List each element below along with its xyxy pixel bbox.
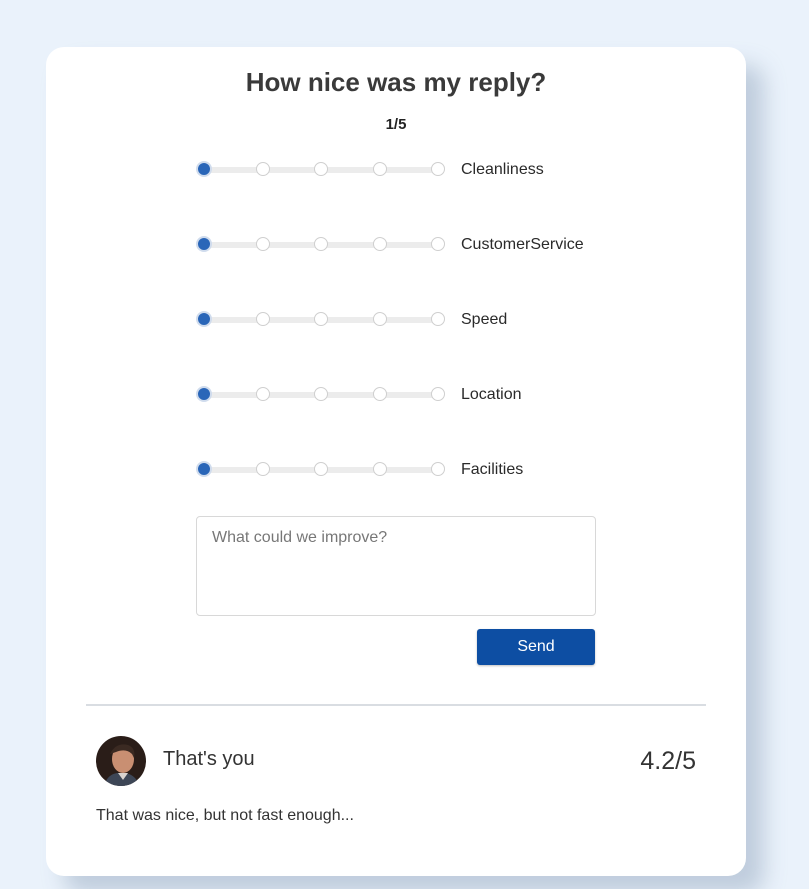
avatar	[96, 736, 146, 786]
rating-label: Facilities	[461, 461, 524, 478]
review-comment: That was nice, but not fast enough...	[96, 807, 354, 824]
rating-option-1[interactable]	[197, 312, 211, 326]
review-author: That's you	[163, 748, 255, 770]
divider	[86, 704, 706, 706]
rating-option-4[interactable]	[372, 462, 387, 476]
rating-label: Speed	[461, 311, 508, 328]
rating-option-2[interactable]	[255, 462, 270, 476]
rating-option-5[interactable]	[431, 312, 445, 326]
feedback-card: How nice was my reply? 1/5 Cleanliness Cu…	[46, 47, 746, 876]
rating-option-2[interactable]	[255, 162, 270, 176]
rating-option-4[interactable]	[372, 387, 387, 401]
rating-option-4[interactable]	[372, 237, 387, 251]
rating-option-2[interactable]	[255, 387, 270, 401]
rating-option-3[interactable]	[314, 387, 328, 401]
rating-option-3[interactable]	[314, 162, 328, 176]
rating-label: Location	[461, 386, 522, 403]
rating-option-3[interactable]	[314, 312, 328, 326]
rating-option-5[interactable]	[431, 387, 445, 401]
send-button[interactable]: Send	[477, 629, 595, 665]
rating-option-1[interactable]	[197, 162, 211, 176]
rating-option-4[interactable]	[372, 312, 387, 326]
user-photo-icon	[96, 736, 146, 786]
rating-option-3[interactable]	[314, 462, 328, 476]
rating-option-4[interactable]	[372, 162, 387, 176]
rating-option-2[interactable]	[255, 237, 270, 251]
rating-row: Location	[196, 384, 616, 406]
rating-option-1[interactable]	[197, 237, 211, 251]
rating-row: Facilities	[196, 459, 616, 481]
rating-option-5[interactable]	[431, 162, 445, 176]
rating-label: CustomerService	[461, 236, 584, 253]
rating-option-1[interactable]	[197, 462, 211, 476]
improvement-textarea[interactable]	[196, 516, 596, 616]
rating-option-2[interactable]	[255, 312, 270, 326]
rating-row: Speed	[196, 309, 616, 331]
page-title: How nice was my reply?	[245, 67, 547, 97]
rating-row: Cleanliness	[196, 159, 616, 181]
rating-option-5[interactable]	[431, 462, 445, 476]
rating-option-3[interactable]	[314, 237, 328, 251]
rating-option-1[interactable]	[197, 387, 211, 401]
rating-option-5[interactable]	[431, 237, 445, 251]
review-score: 4.2/5	[640, 747, 696, 775]
step-indicator: 1/5	[385, 116, 407, 133]
rating-label: Cleanliness	[461, 161, 544, 178]
rating-row: CustomerService	[196, 234, 616, 256]
